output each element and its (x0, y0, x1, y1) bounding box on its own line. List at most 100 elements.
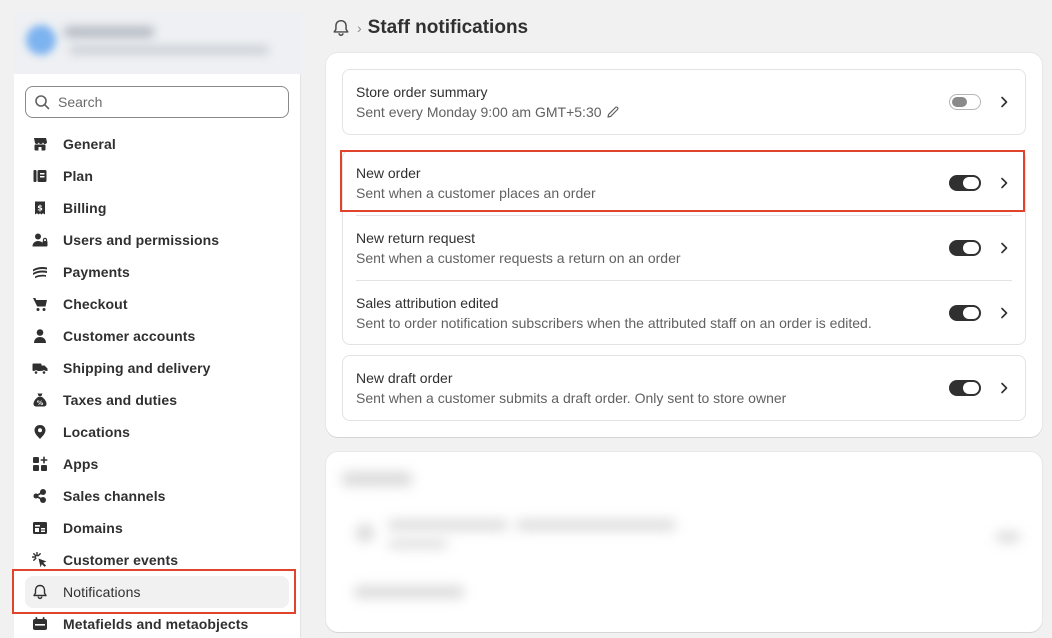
redacted-heading (342, 472, 412, 486)
redacted-text (388, 540, 448, 548)
sidebar-item-billing[interactable]: $ Billing (25, 192, 289, 224)
sidebar-item-label: Customer accounts (63, 328, 196, 344)
bell-icon[interactable] (332, 19, 350, 37)
notification-toggle[interactable] (949, 240, 981, 256)
search-box[interactable] (25, 86, 289, 118)
redacted-text (516, 520, 676, 530)
notification-toggle[interactable] (949, 94, 981, 110)
metafields-icon (32, 616, 48, 632)
settings-nav: General Plan $ Billing Users and permiss… (14, 128, 301, 638)
truck-icon (32, 360, 48, 376)
notification-description: Sent when a customer requests a return o… (356, 250, 681, 266)
chevron-right-icon[interactable] (999, 241, 1009, 255)
page-header: › Staff notifications (332, 14, 528, 42)
sidebar-item-label: Shipping and delivery (63, 360, 211, 376)
notification-row-new-order[interactable]: New order Sent when a customer places an… (343, 151, 1025, 216)
sales-channels-icon (32, 488, 48, 504)
breadcrumb-separator: › (357, 20, 362, 36)
notification-toggle[interactable] (949, 305, 981, 321)
notification-name: New order (356, 165, 421, 181)
sidebar-item-domains[interactable]: Domains (25, 512, 289, 544)
sidebar-item-customer-events[interactable]: Customer events (25, 544, 289, 576)
sidebar-item-general[interactable]: General (25, 128, 289, 160)
store-name-redacted (64, 27, 154, 37)
redacted-action (996, 532, 1020, 542)
sidebar-item-label: Checkout (63, 296, 128, 312)
notification-description: Sent to order notification subscribers w… (356, 315, 872, 331)
sidebar-item-label: Users and permissions (63, 232, 220, 248)
sidebar-item-plan[interactable]: Plan (25, 160, 289, 192)
chevron-right-icon[interactable] (999, 306, 1009, 320)
store-url-redacted (69, 46, 269, 54)
page-title: Staff notifications (367, 17, 529, 38)
notification-description: Sent every Monday 9:00 am GMT+5:30 (356, 104, 620, 120)
sidebar-item-taxes-and-duties[interactable]: % Taxes and duties (25, 384, 289, 416)
redacted-button (354, 586, 464, 598)
sidebar-item-customer-accounts[interactable]: Customer accounts (25, 320, 289, 352)
settings-sidebar: General Plan $ Billing Users and permiss… (12, 12, 301, 638)
search-icon (34, 94, 50, 110)
sidebar-item-label: Metafields and metaobjects (63, 616, 249, 632)
tax-bag-icon: % (32, 392, 48, 408)
notification-description: Sent when a customer submits a draft ord… (356, 390, 787, 406)
sidebar-item-users-and-permissions[interactable]: Users and permissions (25, 224, 289, 256)
chevron-right-icon[interactable] (999, 381, 1009, 395)
notification-name: New draft order (356, 370, 453, 386)
sidebar-item-label: Locations (63, 424, 131, 440)
store-account-switcher[interactable] (14, 12, 301, 74)
notification-toggle[interactable] (949, 380, 981, 396)
chevron-right-icon[interactable] (999, 95, 1009, 109)
notification-row-store-order-summary[interactable]: Store order summary Sent every Monday 9:… (343, 70, 1025, 135)
cursor-click-icon (32, 552, 48, 568)
sidebar-item-label: Sales channels (63, 488, 166, 504)
sidebar-item-label: Plan (63, 168, 93, 184)
notification-row-new-return-request[interactable]: New return request Sent when a customer … (343, 216, 1025, 281)
store-avatar (26, 25, 56, 55)
search-input[interactable] (58, 94, 278, 110)
notification-description: Sent when a customer places an order (356, 185, 596, 201)
redacted-icon (356, 524, 374, 542)
apps-grid-icon (32, 456, 48, 472)
sidebar-item-payments[interactable]: Payments (25, 256, 289, 288)
sidebar-item-label: Notifications (63, 584, 141, 600)
notification-name: New return request (356, 230, 476, 246)
notification-group: New order Sent when a customer places an… (342, 150, 1026, 345)
plan-icon (32, 168, 48, 184)
notification-description-text: Sent every Monday 9:00 am GMT+5:30 (356, 104, 602, 120)
person-icon (32, 328, 48, 344)
sidebar-item-label: Customer events (63, 552, 179, 568)
sidebar-item-apps[interactable]: Apps (25, 448, 289, 480)
payments-icon (32, 264, 48, 280)
pencil-edit-icon[interactable] (606, 105, 620, 119)
receipt-icon: $ (32, 200, 48, 216)
users-icon (32, 232, 48, 248)
sidebar-item-metafields-and-metaobjects[interactable]: Metafields and metaobjects (25, 608, 289, 638)
notification-row-sales-attribution-edited[interactable]: Sales attribution edited Sent to order n… (343, 281, 1025, 346)
notification-group: New draft order Sent when a customer sub… (342, 355, 1026, 421)
notification-name: Sales attribution edited (356, 295, 499, 311)
sidebar-item-label: Billing (63, 200, 107, 216)
svg-text:$: $ (37, 204, 43, 213)
location-pin-icon (32, 424, 48, 440)
sidebar-item-sales-channels[interactable]: Sales channels (25, 480, 289, 512)
redacted-card (326, 452, 1042, 632)
sidebar-item-checkout[interactable]: Checkout (25, 288, 289, 320)
notification-group: Store order summary Sent every Monday 9:… (342, 69, 1026, 135)
notification-row-new-draft-order[interactable]: New draft order Sent when a customer sub… (343, 356, 1025, 421)
sidebar-item-notifications[interactable]: Notifications (25, 576, 289, 608)
redacted-text (388, 520, 508, 530)
svg-text:%: % (37, 399, 44, 407)
chevron-right-icon[interactable] (999, 176, 1009, 190)
domains-icon (32, 520, 48, 536)
sidebar-item-locations[interactable]: Locations (25, 416, 289, 448)
sidebar-item-label: Taxes and duties (63, 392, 178, 408)
cart-icon (32, 296, 48, 312)
store-icon (32, 136, 48, 152)
sidebar-item-shipping-and-delivery[interactable]: Shipping and delivery (25, 352, 289, 384)
staff-notifications-card: Store order summary Sent every Monday 9:… (326, 53, 1042, 437)
sidebar-item-label: Payments (63, 264, 130, 280)
sidebar-item-label: Apps (63, 456, 99, 472)
notification-toggle[interactable] (949, 175, 981, 191)
sidebar-item-label: General (63, 136, 116, 152)
notification-name: Store order summary (356, 84, 488, 100)
